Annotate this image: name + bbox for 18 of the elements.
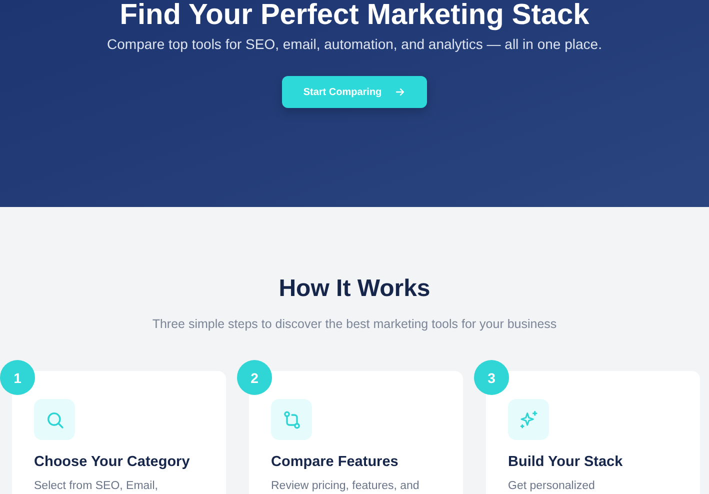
start-comparing-button[interactable]: Start Comparing bbox=[282, 76, 427, 108]
step-title: Compare Features bbox=[271, 454, 400, 470]
step-number: 2 bbox=[237, 360, 272, 395]
step-description: Get personalized bbox=[508, 480, 596, 492]
step-number: 3 bbox=[474, 360, 509, 395]
section-subtitle: Three simple steps to discover the best marketing tools for your business bbox=[152, 317, 557, 331]
step-number: 1 bbox=[0, 360, 35, 395]
step-title: Choose Your Category bbox=[34, 454, 191, 470]
step-description: Select from SEO, Email, bbox=[34, 480, 159, 492]
hero-title: Find Your Perfect Marketing Stack bbox=[120, 0, 590, 30]
step-description: Review pricing, features, and bbox=[271, 480, 420, 492]
section-title: How It Works bbox=[278, 275, 430, 303]
sparkle-icon bbox=[518, 410, 538, 430]
hero-subtitle: Compare top tools for SEO, email, automation, and analytics — all in one place. bbox=[107, 36, 602, 52]
step-title: Build Your Stack bbox=[508, 454, 624, 470]
git-compare-icon bbox=[282, 410, 302, 430]
arrow-right-icon bbox=[394, 86, 406, 98]
search-icon bbox=[44, 410, 64, 430]
